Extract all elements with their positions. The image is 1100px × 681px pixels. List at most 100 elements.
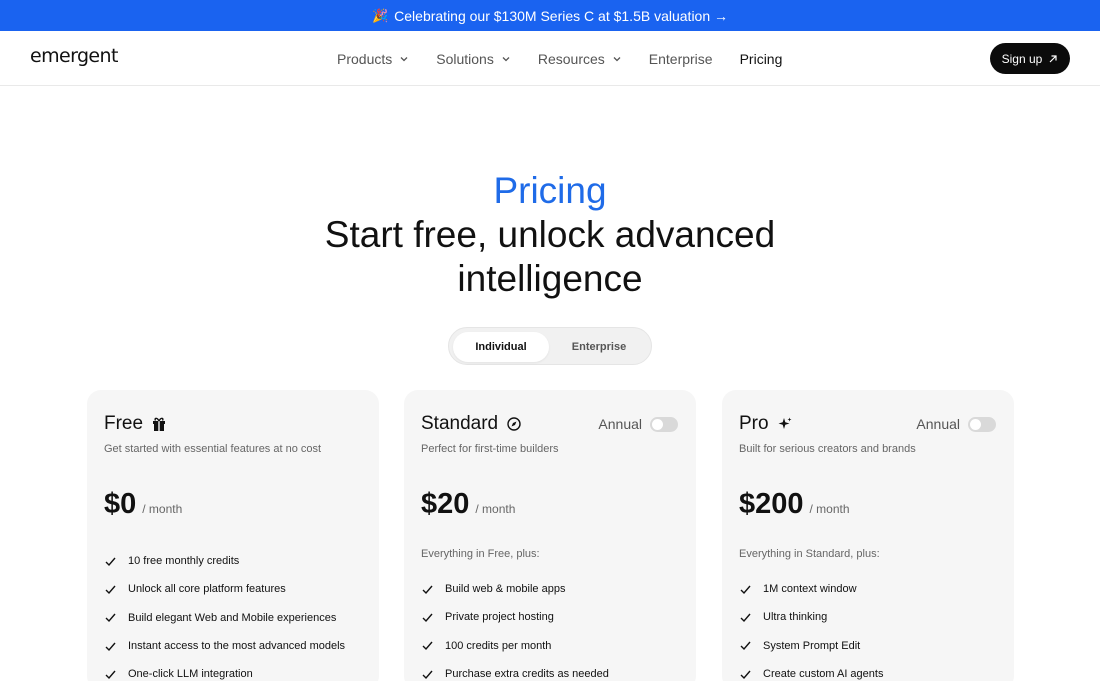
nav-item-enterprise[interactable]: Enterprise <box>649 51 713 67</box>
plan-title: Standard <box>421 413 522 435</box>
nav-item-label: Resources <box>537 50 605 67</box>
annual-label: Annual <box>598 416 642 432</box>
feature-text: One-click LLM integration <box>128 668 253 681</box>
gift-icon <box>153 417 166 431</box>
annual-billing-toggle[interactable]: Annual <box>598 416 678 432</box>
plan-card-pro: Pro Annual Built for serious creators an… <box>722 390 1014 681</box>
chevron-down-icon <box>502 56 510 61</box>
announcement-banner[interactable]: 🎉 Celebrating our $130M Series C at $1.5… <box>0 0 1100 31</box>
feature-text: Private project hosting <box>445 611 554 624</box>
feature-text: Create custom AI agents <box>763 668 884 681</box>
nav-item-label: Pricing <box>739 50 783 67</box>
plan-description: Get started with essential features at n… <box>104 443 322 455</box>
nav-item-products[interactable]: Products <box>337 51 409 67</box>
plan-title: Free <box>104 413 167 435</box>
plan-title: Pro <box>739 413 793 435</box>
check-icon <box>105 613 116 623</box>
plan-name: Pro <box>739 413 769 434</box>
includes-label: Everything in Free, plus: <box>421 548 540 560</box>
feature-text: 1M context window <box>763 583 857 596</box>
plan-name: Free <box>104 413 144 434</box>
plan-type-toggle: Individual Enterprise <box>448 327 652 365</box>
chevron-down-icon <box>400 56 408 61</box>
check-icon <box>422 613 433 622</box>
feature-item: 100 credits per month <box>421 632 609 660</box>
feature-text: 100 credits per month <box>445 639 552 652</box>
plan-description: Built for serious creators and brands <box>739 443 916 455</box>
nav-item-solutions[interactable]: Solutions <box>436 51 511 67</box>
feature-item: Purchase extra credits as needed <box>421 660 609 681</box>
nav-item-pricing[interactable]: Pricing <box>740 51 783 67</box>
sparkle-icon <box>778 417 792 429</box>
check-icon <box>105 557 116 566</box>
compass-icon <box>507 417 521 431</box>
feature-item: Build elegant Web and Mobile experiences <box>104 604 345 632</box>
price-amount: $20 <box>421 488 470 520</box>
feature-text: Instant access to the most advanced mode… <box>128 640 346 653</box>
nav-item-resources[interactable]: Resources <box>538 51 622 67</box>
plan-description: Perfect for first-time builders <box>421 443 559 455</box>
feature-list: 1M context window Ultra thinking System … <box>739 575 883 681</box>
logo[interactable]: emergent <box>30 45 118 67</box>
annual-switch[interactable] <box>650 416 678 432</box>
feature-item: Private project hosting <box>421 603 609 631</box>
nav-menu: Products Solutions Resources Enterprise … <box>337 31 809 86</box>
nav-item-label: Enterprise <box>648 50 713 67</box>
feature-item: 1M context window <box>739 575 883 603</box>
chevron-down-icon <box>613 56 621 61</box>
includes-label: Everything in Standard, plus: <box>739 548 880 560</box>
page-title: Start free, unlock advanced intelligence <box>0 213 1100 301</box>
plan-card-standard: Standard Annual Perfect for first-time b… <box>404 390 696 681</box>
check-icon <box>740 585 751 594</box>
check-icon <box>740 613 751 622</box>
plan-price: $0 / month <box>104 488 182 521</box>
banner-text: Celebrating our $130M Series C at $1.5B … <box>394 7 729 24</box>
price-amount: $0 <box>104 488 137 520</box>
price-period: / month <box>809 502 850 516</box>
check-icon <box>422 641 433 651</box>
check-icon <box>422 585 433 594</box>
check-icon <box>740 641 751 651</box>
page-kicker: Pricing <box>493 170 607 211</box>
feature-item: Build web & mobile apps <box>421 575 609 603</box>
tab-enterprise[interactable]: Enterprise <box>549 332 649 362</box>
check-icon <box>105 642 116 651</box>
check-icon <box>105 585 116 594</box>
price-amount: $200 <box>739 488 804 520</box>
feature-item: Instant access to the most advanced mode… <box>104 632 345 660</box>
feature-item: Unlock all core platform features <box>104 575 345 603</box>
price-period: / month <box>142 502 183 516</box>
plan-name: Standard <box>421 413 499 434</box>
check-icon <box>740 670 751 679</box>
feature-list: Build web & mobile apps Private project … <box>421 575 609 681</box>
feature-item: One-click LLM integration <box>104 660 345 681</box>
annual-label: Annual <box>916 416 960 432</box>
feature-text: Purchase extra credits as needed <box>445 668 609 681</box>
plan-card-free: Free Get started with essential features… <box>87 390 379 681</box>
feature-item: 10 free monthly credits <box>104 547 345 575</box>
sign-up-button[interactable]: Sign up <box>990 43 1070 74</box>
title-line: intelligence <box>457 258 643 299</box>
title-line: Start free, unlock advanced <box>324 214 776 255</box>
tab-individual[interactable]: Individual <box>453 332 549 362</box>
feature-text: Ultra thinking <box>763 611 828 624</box>
nav-item-label: Solutions <box>436 50 494 67</box>
feature-item: Create custom AI agents <box>739 660 883 681</box>
feature-text: System Prompt Edit <box>763 639 861 652</box>
feature-item: System Prompt Edit <box>739 632 883 660</box>
party-emoji: 🎉 <box>371 7 389 23</box>
check-icon <box>422 670 433 679</box>
feature-text: Build web & mobile apps <box>445 583 566 596</box>
arrow-up-right-icon <box>1049 54 1057 62</box>
price-period: / month <box>475 502 516 516</box>
plan-price: $200 / month <box>739 488 850 521</box>
feature-item: Ultra thinking <box>739 603 883 631</box>
annual-billing-toggle[interactable]: Annual <box>916 416 996 432</box>
sign-up-label: Sign up <box>1001 51 1043 66</box>
annual-switch[interactable] <box>968 416 996 432</box>
feature-text: 10 free monthly credits <box>128 555 240 568</box>
nav-item-label: Products <box>337 50 393 67</box>
check-icon <box>105 670 116 679</box>
feature-list: 10 free monthly credits Unlock all core … <box>104 547 345 681</box>
top-nav: emergent Products Solutions Resources En… <box>0 31 1100 86</box>
